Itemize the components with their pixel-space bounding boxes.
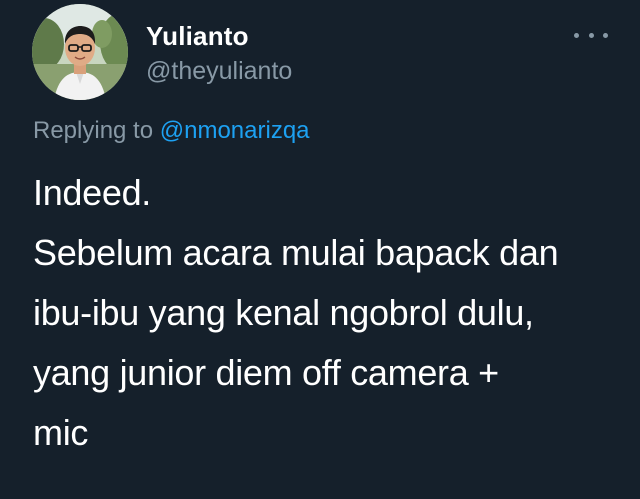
tweet-text-line: mic <box>33 412 89 453</box>
tweet-text-line: Indeed. <box>33 172 152 213</box>
tweet-card: Yulianto @theyulianto Replying to @nmona… <box>0 0 640 499</box>
display-name[interactable]: Yulianto <box>146 21 249 51</box>
tweet-text: Indeed. Sebelum acara mulai bapack dan i… <box>33 163 623 463</box>
replying-to: Replying to @nmonarizqa <box>33 116 310 146</box>
profile-photo-icon <box>32 4 128 100</box>
more-dot <box>574 32 579 38</box>
more-horizontal-icon[interactable] <box>574 28 608 42</box>
user-handle[interactable]: @theyulianto <box>146 56 292 86</box>
tweet-text-line: yang junior diem off camera + <box>33 352 499 393</box>
tweet-text-line: ibu-ibu yang kenal ngobrol dulu, <box>33 292 534 333</box>
more-dot <box>603 32 608 38</box>
tweet-text-line: Sebelum acara mulai bapack dan <box>33 232 559 273</box>
reply-mention-link[interactable]: @nmonarizqa <box>160 117 310 144</box>
avatar[interactable] <box>32 4 128 100</box>
more-dot <box>588 32 594 38</box>
replying-to-label: Replying to <box>33 117 154 144</box>
